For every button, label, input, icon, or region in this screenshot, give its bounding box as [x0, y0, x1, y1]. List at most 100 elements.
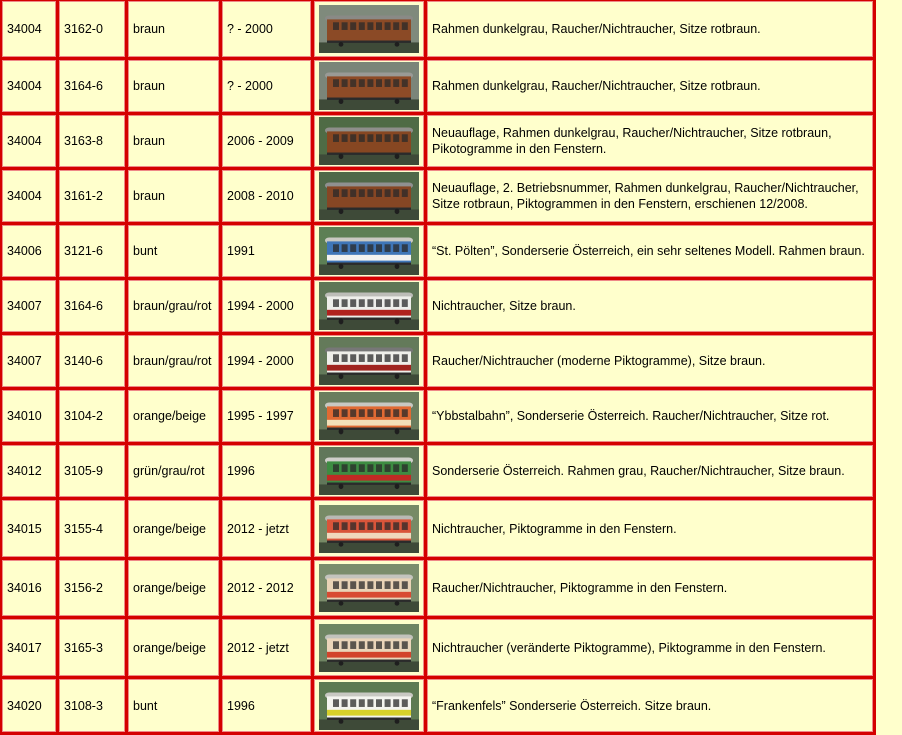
production-years: 2012 - 2012	[227, 581, 294, 595]
photo-cell	[314, 115, 424, 167]
table-row: 34004 3162-0 braun ? - 2000 Rahmen dunke…	[2, 1, 873, 57]
catalog-number: 34017	[7, 640, 42, 655]
description: Raucher/Nichtraucher (moderne Piktogramm…	[432, 354, 766, 368]
color-cell: braun	[128, 60, 219, 112]
catalog-number: 34006	[7, 244, 42, 258]
wagon-photo[interactable]	[319, 117, 419, 165]
wagon-photo[interactable]	[319, 5, 419, 53]
catalog-number: 34007	[7, 354, 42, 368]
wagon-photo[interactable]	[319, 62, 419, 110]
photo-cell	[314, 280, 424, 332]
photo-cell	[314, 335, 424, 387]
article-number-cell: 3105-9	[59, 445, 125, 497]
color-label: bunt	[133, 244, 158, 258]
article-number-cell: 3161-2	[59, 170, 125, 222]
color-label: orange/beige	[133, 521, 206, 536]
catalog-number: 34012	[7, 464, 42, 478]
photo-cell	[314, 500, 424, 557]
article-number: 3108-3	[64, 698, 103, 713]
table-row: 34004 3163-8 braun 2006 - 2009 Neuauflag…	[2, 115, 873, 167]
wagon-photo[interactable]	[319, 172, 419, 220]
description: Sonderserie Österreich. Rahmen grau, Rau…	[432, 464, 845, 478]
wagon-photo[interactable]	[319, 623, 419, 672]
production-years: 2012 - jetzt	[227, 521, 289, 536]
production-years: 1996	[227, 464, 255, 478]
production-years: ? - 2000	[227, 79, 273, 93]
wagon-photo[interactable]	[319, 681, 419, 730]
description-cell: Nichtraucher (veränderte Piktogramme), P…	[427, 619, 873, 676]
photo-cell	[314, 679, 424, 732]
color-label: braun/grau/rot	[133, 299, 212, 313]
photo-cell	[314, 445, 424, 497]
years-cell: 1995 - 1997	[222, 390, 311, 442]
catalog-number: 34015	[7, 521, 42, 536]
catalog-number-cell: 34006	[2, 225, 56, 277]
color-label: orange/beige	[133, 409, 206, 423]
description-cell: “St. Pölten”, Sonderserie Österreich, ei…	[427, 225, 873, 277]
color-cell: orange/beige	[128, 560, 219, 616]
catalog-number-cell: 34007	[2, 280, 56, 332]
article-number-cell: 3155-4	[59, 500, 125, 557]
table-row: 34010 3104-2 orange/beige 1995 - 1997 “Y…	[2, 390, 873, 442]
years-cell: 1994 - 2000	[222, 335, 311, 387]
article-number-cell: 3140-6	[59, 335, 125, 387]
table-row: 34017 3165-3 orange/beige 2012 - jetzt N…	[2, 619, 873, 676]
table-row: 34007 3140-6 braun/grau/rot 1994 - 2000 …	[2, 335, 873, 387]
article-number: 3140-6	[64, 354, 103, 368]
description: Rahmen dunkelgrau, Raucher/Nichtraucher,…	[432, 22, 761, 36]
color-label: orange/beige	[133, 640, 206, 655]
photo-cell	[314, 390, 424, 442]
catalog-table: 34004 3162-0 braun ? - 2000 Rahmen dunke…	[0, 0, 876, 735]
article-number-cell: 3164-6	[59, 280, 125, 332]
description-cell: Rahmen dunkelgrau, Raucher/Nichtraucher,…	[427, 60, 873, 112]
catalog-number-cell: 34015	[2, 500, 56, 557]
wagon-photo[interactable]	[319, 282, 419, 330]
photo-cell	[314, 60, 424, 112]
production-years: 1991	[227, 244, 255, 258]
article-number: 3162-0	[64, 22, 103, 36]
years-cell: 1994 - 2000	[222, 280, 311, 332]
wagon-photo[interactable]	[319, 337, 419, 385]
description: Nichtraucher, Sitze braun.	[432, 299, 576, 313]
production-years: 2006 - 2009	[227, 134, 294, 148]
description: “St. Pölten”, Sonderserie Österreich, ei…	[432, 244, 865, 258]
article-number: 3164-6	[64, 299, 103, 313]
table-row: 34020 3108-3 bunt 1996 “Frankenfels” Son…	[2, 679, 873, 732]
article-number-cell: 3121-6	[59, 225, 125, 277]
color-cell: braun/grau/rot	[128, 280, 219, 332]
years-cell: 1996	[222, 445, 311, 497]
article-number: 3155-4	[64, 521, 103, 536]
article-number: 3156-2	[64, 581, 103, 595]
catalog-number-cell: 34017	[2, 619, 56, 676]
catalog-number: 34004	[7, 79, 42, 93]
wagon-photo[interactable]	[319, 447, 419, 495]
years-cell: 2012 - jetzt	[222, 500, 311, 557]
table-row: 34012 3105-9 grün/grau/rot 1996 Sonderse…	[2, 445, 873, 497]
table-row: 34015 3155-4 orange/beige 2012 - jetzt N…	[2, 500, 873, 557]
article-number-cell: 3156-2	[59, 560, 125, 616]
color-cell: braun	[128, 1, 219, 57]
wagon-photo[interactable]	[319, 392, 419, 440]
color-cell: orange/beige	[128, 619, 219, 676]
table-row: 34006 3121-6 bunt 1991 “St. Pölten”, Son…	[2, 225, 873, 277]
description-cell: Sonderserie Österreich. Rahmen grau, Rau…	[427, 445, 873, 497]
color-label: braun/grau/rot	[133, 354, 212, 368]
catalog-number: 34004	[7, 22, 42, 36]
catalog-number-cell: 34016	[2, 560, 56, 616]
article-number-cell: 3164-6	[59, 60, 125, 112]
description: Nichtraucher (veränderte Piktogramme), P…	[432, 640, 826, 655]
article-number: 3161-2	[64, 189, 103, 203]
description-cell: Rahmen dunkelgrau, Raucher/Nichtraucher,…	[427, 1, 873, 57]
color-cell: grün/grau/rot	[128, 445, 219, 497]
description-cell: Raucher/Nichtraucher, Piktogramme in den…	[427, 560, 873, 616]
catalog-body: 34004 3162-0 braun ? - 2000 Rahmen dunke…	[2, 1, 873, 732]
years-cell: 2006 - 2009	[222, 115, 311, 167]
wagon-photo[interactable]	[319, 504, 419, 553]
wagon-photo[interactable]	[319, 564, 419, 612]
wagon-photo[interactable]	[319, 227, 419, 275]
table-row: 34016 3156-2 orange/beige 2012 - 2012 Ra…	[2, 560, 873, 616]
catalog-number: 34020	[7, 698, 42, 713]
color-cell: bunt	[128, 225, 219, 277]
article-number-cell: 3162-0	[59, 1, 125, 57]
color-label: braun	[133, 134, 165, 148]
